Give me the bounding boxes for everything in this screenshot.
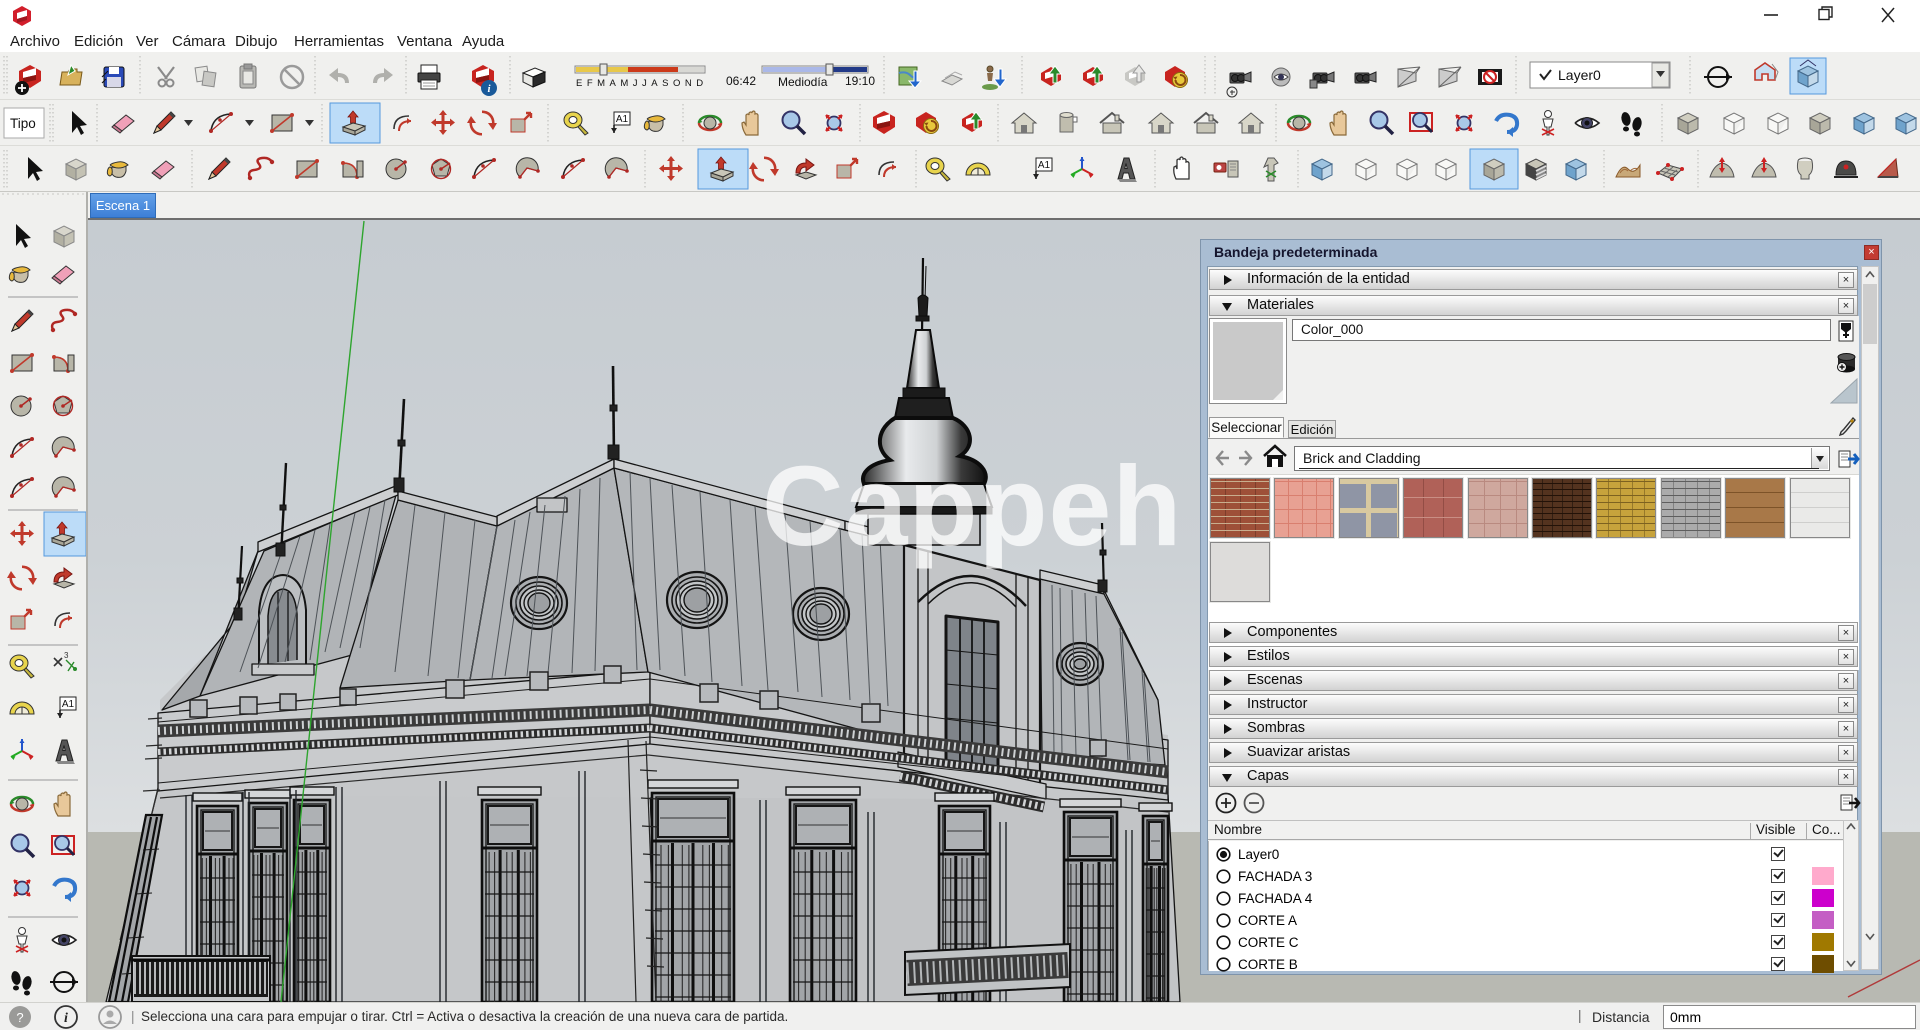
- svg-text:i: i: [64, 1011, 68, 1026]
- svg-text:Mediodía: Mediodía: [778, 75, 828, 89]
- svg-text:06:42: 06:42: [726, 74, 756, 88]
- svg-text:19:10: 19:10: [845, 74, 875, 88]
- svg-text:Tipo: Tipo: [10, 116, 36, 131]
- svg-text:EFMAMJJASOND: EFMAMJJASOND: [576, 78, 708, 89]
- svg-text:Layer0: Layer0: [1558, 67, 1601, 83]
- svg-text:?: ?: [16, 1010, 23, 1025]
